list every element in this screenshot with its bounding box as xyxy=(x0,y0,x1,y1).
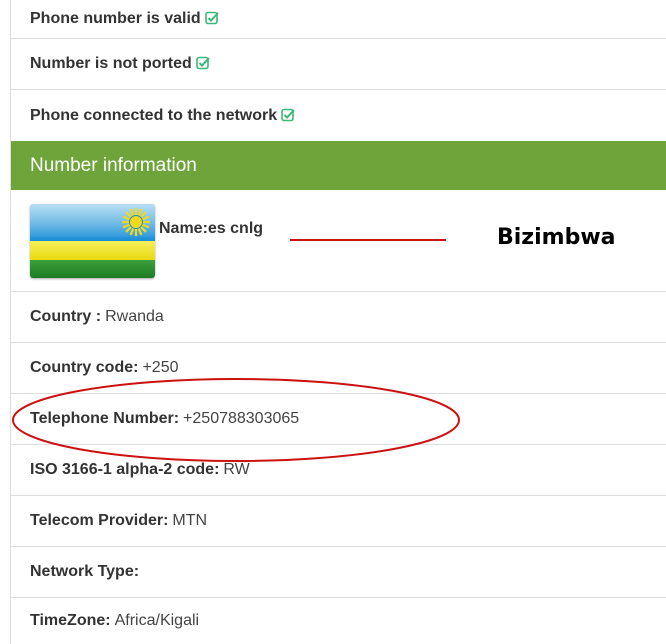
detail-row-provider: Telecom Provider: MTN xyxy=(11,496,666,547)
detail-value: +250 xyxy=(142,359,179,376)
check-square-icon xyxy=(204,11,219,25)
annotation-text: Bizimbwa xyxy=(497,225,616,250)
check-label-not-ported: Number is not ported xyxy=(30,55,192,72)
detail-label: Telephone Number: xyxy=(30,410,180,427)
detail-label: Telecom Provider: xyxy=(30,512,169,529)
sun-icon xyxy=(122,208,150,236)
detail-value: Africa/Kigali xyxy=(114,612,200,629)
name-row: Name:es cnlg Bizimbwa xyxy=(11,190,666,292)
detail-row-country-code: Country code: +250 xyxy=(11,343,666,394)
check-label-valid: Phone number is valid xyxy=(30,10,201,27)
name-label: Name:es cnlg xyxy=(159,220,264,237)
detail-label: Country code: xyxy=(30,359,139,376)
detail-row-telephone: Telephone Number: +250788303065 xyxy=(11,394,666,445)
detail-value: RW xyxy=(223,461,250,478)
detail-label: Country : xyxy=(30,308,102,325)
number-info-panel: Phone number is valid Number is not port… xyxy=(10,0,666,644)
detail-row-iso: ISO 3166-1 alpha-2 code: RW xyxy=(11,445,666,496)
section-title: Number information xyxy=(30,154,197,176)
detail-label: ISO 3166-1 alpha-2 code: xyxy=(30,461,220,478)
detail-row-timezone: TimeZone: Africa/Kigali xyxy=(11,598,666,644)
rwanda-flag-icon xyxy=(30,204,155,278)
detail-row-country: Country : Rwanda xyxy=(11,292,666,343)
detail-value: +250788303065 xyxy=(183,410,300,427)
check-square-icon xyxy=(195,56,210,70)
detail-value: MTN xyxy=(172,512,208,529)
detail-label: Network Type: xyxy=(30,563,140,580)
detail-row-network-type: Network Type: xyxy=(11,547,666,598)
check-row-valid: Phone number is valid xyxy=(11,0,666,39)
check-label-connected: Phone connected to the network xyxy=(30,106,278,124)
check-row-not-ported: Number is not ported xyxy=(11,39,666,90)
number-information-header: Number information xyxy=(11,141,666,190)
detail-label: TimeZone: xyxy=(30,612,111,629)
annotation-underline xyxy=(290,239,446,241)
detail-value: Rwanda xyxy=(105,308,164,325)
check-square-icon xyxy=(281,108,295,121)
check-row-connected: Phone connected to the network xyxy=(11,90,666,141)
